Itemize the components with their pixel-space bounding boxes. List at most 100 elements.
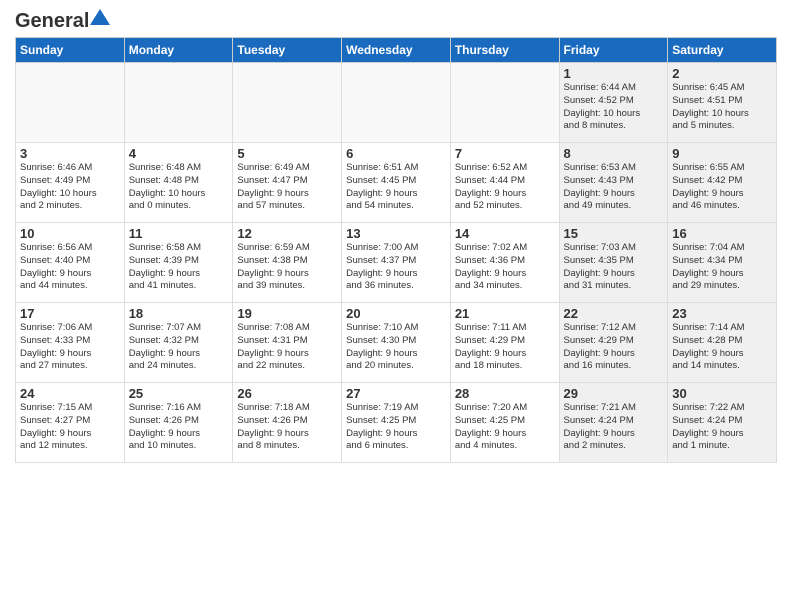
- calendar-week-4: 17Sunrise: 7:06 AM Sunset: 4:33 PM Dayli…: [16, 303, 777, 383]
- calendar-cell: 14Sunrise: 7:02 AM Sunset: 4:36 PM Dayli…: [450, 223, 559, 303]
- day-number: 26: [237, 386, 337, 401]
- day-number: 12: [237, 226, 337, 241]
- day-number: 2: [672, 66, 772, 81]
- day-info: Sunrise: 6:56 AM Sunset: 4:40 PM Dayligh…: [20, 242, 120, 293]
- calendar-week-2: 3Sunrise: 6:46 AM Sunset: 4:49 PM Daylig…: [16, 143, 777, 223]
- calendar-cell: 18Sunrise: 7:07 AM Sunset: 4:32 PM Dayli…: [124, 303, 233, 383]
- calendar-week-1: 1Sunrise: 6:44 AM Sunset: 4:52 PM Daylig…: [16, 63, 777, 143]
- calendar-cell: 29Sunrise: 7:21 AM Sunset: 4:24 PM Dayli…: [559, 383, 668, 463]
- day-number: 23: [672, 306, 772, 321]
- day-number: 5: [237, 146, 337, 161]
- day-number: 3: [20, 146, 120, 161]
- day-info: Sunrise: 7:11 AM Sunset: 4:29 PM Dayligh…: [455, 322, 555, 373]
- col-header-sunday: Sunday: [16, 38, 125, 63]
- day-info: Sunrise: 7:07 AM Sunset: 4:32 PM Dayligh…: [129, 322, 229, 373]
- calendar-cell: 24Sunrise: 7:15 AM Sunset: 4:27 PM Dayli…: [16, 383, 125, 463]
- calendar-table: SundayMondayTuesdayWednesdayThursdayFrid…: [15, 37, 777, 463]
- calendar-cell: 25Sunrise: 7:16 AM Sunset: 4:26 PM Dayli…: [124, 383, 233, 463]
- day-number: 17: [20, 306, 120, 321]
- page-container: General SundayMondayTuesdayWednesdayThur…: [0, 0, 792, 468]
- calendar-week-3: 10Sunrise: 6:56 AM Sunset: 4:40 PM Dayli…: [16, 223, 777, 303]
- calendar-cell: 12Sunrise: 6:59 AM Sunset: 4:38 PM Dayli…: [233, 223, 342, 303]
- calendar-body: 1Sunrise: 6:44 AM Sunset: 4:52 PM Daylig…: [16, 63, 777, 463]
- calendar-cell: 9Sunrise: 6:55 AM Sunset: 4:42 PM Daylig…: [668, 143, 777, 223]
- day-number: 20: [346, 306, 446, 321]
- day-number: 30: [672, 386, 772, 401]
- day-number: 9: [672, 146, 772, 161]
- day-number: 15: [564, 226, 664, 241]
- header: General: [15, 10, 777, 29]
- day-number: 21: [455, 306, 555, 321]
- day-number: 4: [129, 146, 229, 161]
- calendar-week-5: 24Sunrise: 7:15 AM Sunset: 4:27 PM Dayli…: [16, 383, 777, 463]
- day-info: Sunrise: 7:12 AM Sunset: 4:29 PM Dayligh…: [564, 322, 664, 373]
- calendar-cell: 11Sunrise: 6:58 AM Sunset: 4:39 PM Dayli…: [124, 223, 233, 303]
- day-info: Sunrise: 7:18 AM Sunset: 4:26 PM Dayligh…: [237, 402, 337, 453]
- day-info: Sunrise: 7:00 AM Sunset: 4:37 PM Dayligh…: [346, 242, 446, 293]
- calendar-cell: 6Sunrise: 6:51 AM Sunset: 4:45 PM Daylig…: [342, 143, 451, 223]
- day-info: Sunrise: 6:46 AM Sunset: 4:49 PM Dayligh…: [20, 162, 120, 213]
- day-info: Sunrise: 7:21 AM Sunset: 4:24 PM Dayligh…: [564, 402, 664, 453]
- day-number: 1: [564, 66, 664, 81]
- day-info: Sunrise: 6:55 AM Sunset: 4:42 PM Dayligh…: [672, 162, 772, 213]
- col-header-thursday: Thursday: [450, 38, 559, 63]
- day-info: Sunrise: 6:48 AM Sunset: 4:48 PM Dayligh…: [129, 162, 229, 213]
- day-info: Sunrise: 6:51 AM Sunset: 4:45 PM Dayligh…: [346, 162, 446, 213]
- logo: General: [15, 10, 111, 29]
- calendar-cell: 7Sunrise: 6:52 AM Sunset: 4:44 PM Daylig…: [450, 143, 559, 223]
- day-info: Sunrise: 6:59 AM Sunset: 4:38 PM Dayligh…: [237, 242, 337, 293]
- col-header-tuesday: Tuesday: [233, 38, 342, 63]
- day-info: Sunrise: 7:10 AM Sunset: 4:30 PM Dayligh…: [346, 322, 446, 373]
- calendar-cell: 28Sunrise: 7:20 AM Sunset: 4:25 PM Dayli…: [450, 383, 559, 463]
- day-number: 27: [346, 386, 446, 401]
- calendar-cell: 10Sunrise: 6:56 AM Sunset: 4:40 PM Dayli…: [16, 223, 125, 303]
- calendar-cell: [342, 63, 451, 143]
- col-header-wednesday: Wednesday: [342, 38, 451, 63]
- calendar-cell: [124, 63, 233, 143]
- calendar-cell: 20Sunrise: 7:10 AM Sunset: 4:30 PM Dayli…: [342, 303, 451, 383]
- calendar-cell: 22Sunrise: 7:12 AM Sunset: 4:29 PM Dayli…: [559, 303, 668, 383]
- day-info: Sunrise: 7:03 AM Sunset: 4:35 PM Dayligh…: [564, 242, 664, 293]
- calendar-cell: 13Sunrise: 7:00 AM Sunset: 4:37 PM Dayli…: [342, 223, 451, 303]
- day-number: 6: [346, 146, 446, 161]
- day-info: Sunrise: 6:52 AM Sunset: 4:44 PM Dayligh…: [455, 162, 555, 213]
- calendar-cell: 2Sunrise: 6:45 AM Sunset: 4:51 PM Daylig…: [668, 63, 777, 143]
- day-info: Sunrise: 7:19 AM Sunset: 4:25 PM Dayligh…: [346, 402, 446, 453]
- calendar-cell: [16, 63, 125, 143]
- day-number: 11: [129, 226, 229, 241]
- calendar-header-row: SundayMondayTuesdayWednesdayThursdayFrid…: [16, 38, 777, 63]
- day-info: Sunrise: 6:44 AM Sunset: 4:52 PM Dayligh…: [564, 82, 664, 133]
- day-number: 7: [455, 146, 555, 161]
- logo-triangle-icon: [89, 7, 111, 29]
- day-info: Sunrise: 7:04 AM Sunset: 4:34 PM Dayligh…: [672, 242, 772, 293]
- day-number: 8: [564, 146, 664, 161]
- calendar-cell: 3Sunrise: 6:46 AM Sunset: 4:49 PM Daylig…: [16, 143, 125, 223]
- calendar-cell: 5Sunrise: 6:49 AM Sunset: 4:47 PM Daylig…: [233, 143, 342, 223]
- calendar-cell: 1Sunrise: 6:44 AM Sunset: 4:52 PM Daylig…: [559, 63, 668, 143]
- day-info: Sunrise: 6:49 AM Sunset: 4:47 PM Dayligh…: [237, 162, 337, 213]
- day-info: Sunrise: 7:16 AM Sunset: 4:26 PM Dayligh…: [129, 402, 229, 453]
- logo-general-label: General: [15, 10, 89, 33]
- calendar-cell: 27Sunrise: 7:19 AM Sunset: 4:25 PM Dayli…: [342, 383, 451, 463]
- calendar-cell: 4Sunrise: 6:48 AM Sunset: 4:48 PM Daylig…: [124, 143, 233, 223]
- calendar-cell: [450, 63, 559, 143]
- calendar-cell: 23Sunrise: 7:14 AM Sunset: 4:28 PM Dayli…: [668, 303, 777, 383]
- col-header-saturday: Saturday: [668, 38, 777, 63]
- day-info: Sunrise: 7:14 AM Sunset: 4:28 PM Dayligh…: [672, 322, 772, 373]
- calendar-cell: 19Sunrise: 7:08 AM Sunset: 4:31 PM Dayli…: [233, 303, 342, 383]
- col-header-monday: Monday: [124, 38, 233, 63]
- day-info: Sunrise: 7:15 AM Sunset: 4:27 PM Dayligh…: [20, 402, 120, 453]
- day-info: Sunrise: 6:58 AM Sunset: 4:39 PM Dayligh…: [129, 242, 229, 293]
- day-number: 28: [455, 386, 555, 401]
- calendar-cell: 30Sunrise: 7:22 AM Sunset: 4:24 PM Dayli…: [668, 383, 777, 463]
- calendar-cell: 17Sunrise: 7:06 AM Sunset: 4:33 PM Dayli…: [16, 303, 125, 383]
- day-info: Sunrise: 6:45 AM Sunset: 4:51 PM Dayligh…: [672, 82, 772, 133]
- day-info: Sunrise: 7:08 AM Sunset: 4:31 PM Dayligh…: [237, 322, 337, 373]
- day-number: 24: [20, 386, 120, 401]
- day-number: 19: [237, 306, 337, 321]
- day-info: Sunrise: 7:20 AM Sunset: 4:25 PM Dayligh…: [455, 402, 555, 453]
- day-number: 10: [20, 226, 120, 241]
- calendar-cell: [233, 63, 342, 143]
- day-number: 25: [129, 386, 229, 401]
- day-info: Sunrise: 7:02 AM Sunset: 4:36 PM Dayligh…: [455, 242, 555, 293]
